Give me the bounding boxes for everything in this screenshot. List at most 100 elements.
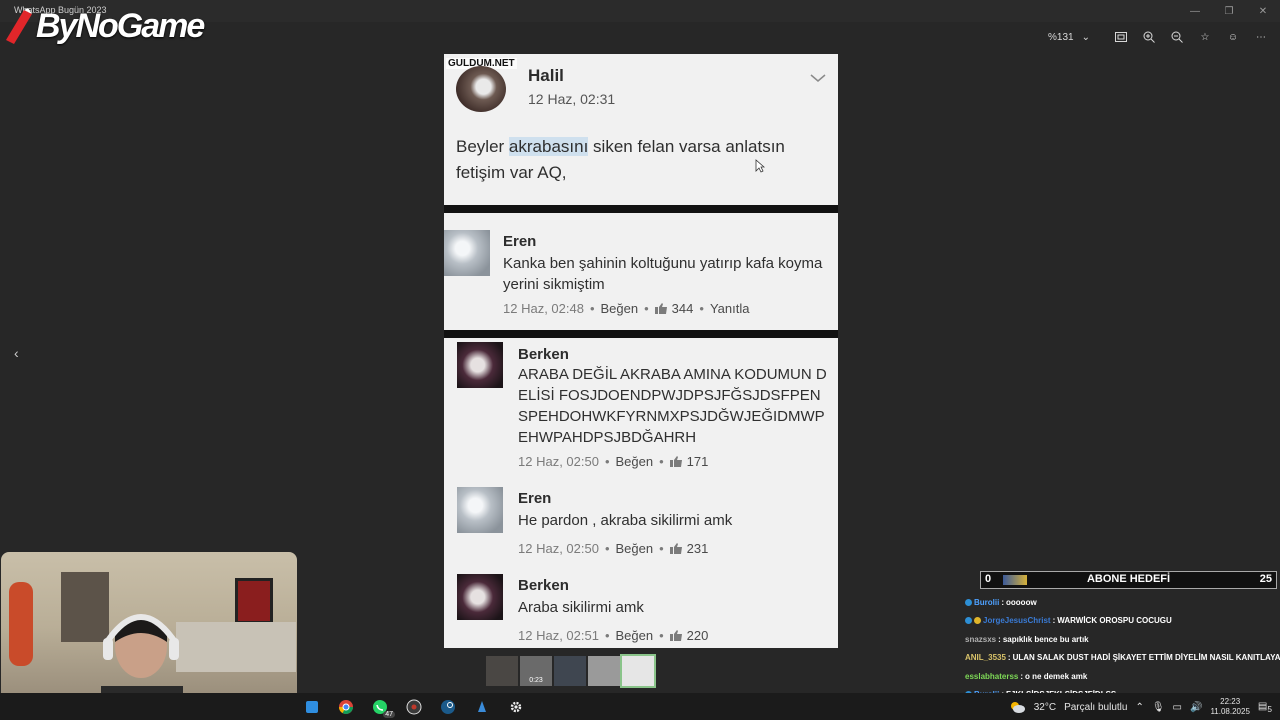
- window-controls: — ❐ ✕: [1178, 0, 1280, 22]
- clock[interactable]: 22:23 11.08.2025: [1210, 697, 1249, 717]
- comment-meta: 12 Haz, 02:51 • Beğen • 220: [518, 628, 709, 643]
- badge-icon: [974, 617, 981, 625]
- zoom-out-icon[interactable]: [1170, 30, 1184, 44]
- thumbs-up-icon: [669, 543, 682, 554]
- zoom-in-icon[interactable]: [1142, 30, 1156, 44]
- avatar: [456, 66, 506, 112]
- obs-icon[interactable]: [402, 696, 426, 718]
- fit-screen-icon[interactable]: [1114, 30, 1128, 44]
- divider: [444, 330, 838, 338]
- channel-logo: ByNoGame: [2, 6, 205, 46]
- avatar: [457, 342, 503, 388]
- chevron-down-icon: [810, 74, 826, 82]
- comment-time: 12 Haz, 02:50: [518, 541, 599, 556]
- like-link[interactable]: Beğen: [616, 541, 654, 556]
- thumbnail-active[interactable]: [620, 654, 656, 688]
- notification-badge: 47: [383, 711, 395, 718]
- chat-user: snazsxs: [965, 634, 997, 644]
- viewer-toolbar: %131 ⌄ ☆ ☺ ⋯: [1048, 28, 1268, 46]
- chat-text: sapıklık bence bu artık: [1002, 634, 1089, 644]
- thumbs-up-icon: [669, 456, 682, 467]
- comment-time: 12 Haz, 02:51: [518, 628, 599, 643]
- favorite-icon[interactable]: ☆: [1198, 30, 1212, 44]
- comment-author: Eren: [503, 233, 537, 250]
- comment-author: Eren: [518, 490, 552, 507]
- like-count: 220: [686, 628, 709, 643]
- comment-meta: 12 Haz, 02:50 • Beğen • 231: [518, 541, 709, 556]
- notifications-icon[interactable]: ▤5: [1258, 701, 1272, 714]
- thumbs-up-icon: [669, 630, 682, 641]
- file-explorer-icon[interactable]: [300, 696, 324, 718]
- settings-icon[interactable]: [504, 696, 528, 718]
- like-link[interactable]: Beğen: [601, 301, 639, 316]
- comment-meta: 12 Haz, 02:50 • Beğen • 171: [518, 454, 709, 469]
- steam-icon[interactable]: [436, 696, 460, 718]
- divider: [444, 205, 838, 213]
- thumbnail[interactable]: [486, 656, 518, 686]
- weather-temp[interactable]: 32°C: [1034, 702, 1056, 713]
- comment-card: Berken ARABA DEĞİL AKRABA AMINA KODUMUN …: [444, 338, 838, 648]
- webcam-background: [176, 622, 296, 672]
- cursor-icon: [755, 159, 765, 173]
- chrome-icon[interactable]: [334, 696, 358, 718]
- like-link[interactable]: Beğen: [616, 628, 654, 643]
- clock-date: 11.08.2025: [1210, 707, 1250, 716]
- goal-title: ABONE HEDEFİ: [1086, 573, 1171, 585]
- chat-text: WARWİCK OROSPU COCUGU: [1057, 616, 1172, 626]
- chevron-down-icon: ⌄: [1081, 31, 1090, 43]
- badge-icon: [965, 617, 972, 625]
- taskbar-apps: 47: [300, 696, 528, 718]
- thumbnail[interactable]: [554, 656, 586, 686]
- webcam-background: [235, 578, 273, 624]
- microphone-icon[interactable]: 🎙: [1152, 702, 1165, 713]
- chevron-up-icon[interactable]: ⌃: [1135, 702, 1143, 713]
- zoom-select[interactable]: %131 ⌄: [1048, 32, 1090, 43]
- weather-desc[interactable]: Parçalı bulutlu: [1064, 702, 1127, 713]
- chat-message: esslabhaterss: o ne demek amk: [965, 671, 1088, 681]
- reply-link[interactable]: Yanıtla: [710, 301, 750, 316]
- volume-icon[interactable]: 🔊: [1190, 702, 1202, 713]
- more-icon[interactable]: ⋯: [1254, 30, 1268, 44]
- post-text: Beyler akrabasını siken felan varsa anla…: [456, 134, 826, 186]
- zoom-level: %131: [1048, 31, 1074, 43]
- thumbs-up-icon: [654, 303, 667, 314]
- like-count: 231: [686, 541, 709, 556]
- clock-time: 22:23: [1220, 697, 1241, 706]
- post-date: 12 Haz, 02:31: [528, 91, 616, 107]
- close-icon[interactable]: ✕: [1246, 0, 1280, 22]
- avatar: [444, 230, 490, 276]
- avatar: [457, 574, 503, 620]
- comment-text: Kanka ben şahinin koltuğunu yatırıp kafa…: [503, 255, 823, 293]
- chat-text: o ne demek amk: [1025, 671, 1088, 681]
- chat-user: Burolii: [974, 597, 1000, 607]
- comment-text: ARABA DEĞİL AKRABA AMINA KODUMUN DELİSİ …: [518, 366, 827, 446]
- post-card: GULDUM.NET Halil 12 Haz, 02:31 Beyler ak…: [444, 54, 838, 205]
- network-icon[interactable]: ▭: [1173, 702, 1182, 713]
- thumbnail[interactable]: [588, 656, 620, 686]
- logo-icon: [6, 8, 32, 44]
- whatsapp-icon[interactable]: 47: [368, 696, 395, 718]
- subscriber-goal-bar: 0 ABONE HEDEFİ 25: [980, 571, 1277, 589]
- taskbar: 47 32°C Parçalı bulutlu ⌃ 🎙 ▭ 🔊 22:23 11…: [0, 693, 1280, 720]
- microphone: [9, 582, 33, 666]
- goal-target: 25: [1259, 573, 1272, 585]
- comment-card: Eren Kanka ben şahinin koltuğunu yatırıp…: [444, 213, 838, 330]
- comment-author: Berken: [518, 577, 569, 594]
- chevron-left-icon: ‹: [14, 345, 19, 361]
- restore-icon[interactable]: ❐: [1212, 0, 1246, 22]
- post-text-part: Beyler: [456, 137, 509, 156]
- comment-time: 12 Haz, 02:48: [503, 301, 584, 316]
- comment-meta: 12 Haz, 02:48 • Beğen • 344 • Yanıtla: [503, 301, 750, 316]
- thumbnail-strip: 0:23: [486, 654, 656, 688]
- post-author: Halil: [528, 66, 564, 85]
- chat-message: ANIL_3535: ULAN SALAK DUST HADİ ŞİKAYET E…: [965, 649, 1280, 668]
- minimize-icon[interactable]: —: [1178, 0, 1212, 22]
- emoji-icon[interactable]: ☺: [1226, 30, 1240, 44]
- previous-image-button[interactable]: ‹: [14, 345, 30, 363]
- app-icon[interactable]: [470, 696, 494, 718]
- like-count: 171: [686, 454, 709, 469]
- like-link[interactable]: Beğen: [616, 454, 654, 469]
- chat-message: Burolii: ooooow: [965, 593, 1280, 612]
- thumbnail[interactable]: 0:23: [520, 656, 552, 686]
- logo-text: ByNoGame: [36, 6, 205, 45]
